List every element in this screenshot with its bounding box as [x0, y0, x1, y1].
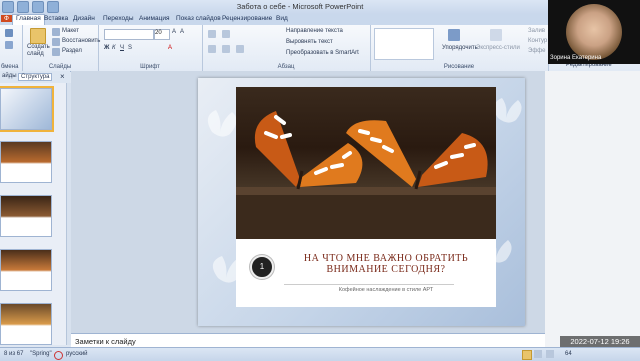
tab-transitions[interactable]: Переходы: [103, 15, 134, 22]
quick-styles-button[interactable]: Экспресс-стили: [476, 45, 520, 51]
arrange-icon[interactable]: [448, 29, 460, 41]
language[interactable]: русский: [66, 351, 88, 357]
tab-review[interactable]: Рецензирование: [222, 15, 272, 22]
shrink-font-button[interactable]: A: [180, 29, 184, 35]
group-drawing: Упорядочить Экспресс-стили Залив Контур …: [370, 25, 549, 71]
reading-view-icon[interactable]: [546, 350, 554, 358]
shapes-gallery[interactable]: [374, 28, 434, 60]
strike-button[interactable]: S: [128, 45, 132, 51]
shape-outline-button[interactable]: Контур: [528, 38, 547, 44]
italic-button[interactable]: К: [112, 45, 116, 51]
reset-button[interactable]: Восстановить: [62, 38, 100, 44]
reset-icon: [52, 38, 60, 46]
slide-title-box[interactable]: 1 НА ЧТО МНЕ ВАЖНО ОБРАТИТЬ ВНИМАНИЕ СЕГ…: [236, 239, 496, 307]
layout-icon: [52, 28, 60, 36]
font-size-box[interactable]: 20: [154, 29, 170, 40]
align-right-icon[interactable]: [236, 45, 244, 53]
group-font: 20 A A Ж К Ч S A Шрифт: [98, 25, 203, 71]
sorter-view-icon[interactable]: [534, 350, 542, 358]
bold-button[interactable]: Ж: [104, 45, 109, 51]
status-bar: 8 из 67 "Spring" русский 64: [0, 347, 640, 361]
slide-thumbnail[interactable]: [0, 86, 54, 132]
slide-thumbnail[interactable]: [0, 249, 52, 291]
grow-font-button[interactable]: A: [172, 29, 176, 35]
shape-effects-button[interactable]: Эффе: [528, 48, 546, 54]
slides-panel: [0, 83, 66, 345]
group-font-label: Шрифт: [140, 64, 160, 70]
slide-counter: 8 из 67: [4, 351, 24, 357]
tab-home[interactable]: Главная: [12, 14, 45, 25]
group-clipboard-label: бмена: [1, 64, 19, 70]
underline-button[interactable]: Ч: [120, 45, 124, 51]
tab-insert[interactable]: Вставка: [44, 15, 68, 22]
font-name-box[interactable]: [104, 29, 154, 40]
title-bar: Забота о себе - Microsoft PowerPoint: [0, 0, 640, 14]
tab-view[interactable]: Вид: [276, 15, 288, 22]
new-slide-icon[interactable]: [30, 28, 46, 44]
slide-thumbnail[interactable]: [0, 141, 52, 183]
group-clipboard: бмена: [0, 25, 23, 71]
tab-slides[interactable]: айды: [2, 73, 17, 79]
layout-button[interactable]: Макет: [62, 28, 79, 34]
slide-divider: [284, 284, 454, 285]
section-button[interactable]: Раздел: [62, 48, 82, 54]
notes-placeholder: Заметки к слайду: [75, 337, 136, 346]
section-icon: [52, 48, 60, 56]
window-title: Забота о себе - Microsoft PowerPoint: [236, 2, 364, 11]
notes-pane[interactable]: Заметки к слайду: [71, 333, 545, 348]
group-paragraph-label: Абзац: [277, 64, 295, 70]
slide-number-badge: 1: [250, 255, 274, 279]
slide-thumbnail[interactable]: [0, 195, 52, 237]
tab-file[interactable]: Ф: [1, 15, 12, 22]
ribbon: бмена Создать слайд Макет Восстановить Р…: [0, 25, 640, 72]
align-left-icon[interactable]: [208, 45, 216, 53]
font-color-button[interactable]: A: [168, 45, 172, 51]
tab-outline[interactable]: Структура: [18, 73, 53, 81]
group-drawing-label: Рисование: [443, 64, 475, 70]
tab-slideshow[interactable]: Показ слайдов: [176, 15, 221, 22]
group-slides-label: Слайды: [48, 64, 72, 70]
arrange-button[interactable]: Упорядочить: [442, 45, 478, 51]
align-center-icon[interactable]: [222, 45, 230, 53]
right-butterfly: [346, 120, 488, 190]
shape-fill-button[interactable]: Залив: [528, 28, 545, 34]
theme-name: "Spring": [30, 351, 52, 357]
copy-icon[interactable]: [5, 41, 13, 49]
butterfly-photo[interactable]: [236, 87, 496, 239]
tab-design[interactable]: Дизайн: [73, 15, 95, 22]
scissors-icon[interactable]: [5, 29, 13, 37]
quick-styles-icon[interactable]: [490, 29, 502, 41]
spellcheck-icon[interactable]: [54, 351, 63, 360]
normal-view-icon[interactable]: [522, 350, 532, 360]
slide-heading[interactable]: НА ЧТО МНЕ ВАЖНО ОБРАТИТЬ ВНИМАНИЕ СЕГОД…: [280, 253, 492, 275]
editor-margin: [545, 71, 640, 347]
text-direction-button[interactable]: Направление текста: [286, 28, 343, 34]
close-panel-button[interactable]: ×: [60, 72, 65, 81]
group-paragraph: Направление текста Выровнять текст Преоб…: [202, 25, 371, 71]
convert-smartart-button[interactable]: Преобразовать в SmartArt: [286, 50, 359, 56]
butterflies-image: [236, 111, 496, 239]
group-slides: Создать слайд Макет Восстановить Раздел …: [22, 25, 100, 71]
recording-timestamp: 2022-07-12 19:26: [560, 336, 640, 347]
slide-thumbnail[interactable]: [0, 303, 52, 345]
create-slide-button[interactable]: Создать слайд: [27, 44, 50, 58]
tab-animation[interactable]: Анимация: [139, 15, 170, 22]
slide-subtitle[interactable]: Кофейное наслаждение в стиле АРТ: [280, 287, 492, 293]
align-text-button[interactable]: Выровнять текст: [286, 39, 333, 45]
bullets-icon[interactable]: [208, 30, 216, 38]
video-participant-tile: Зорина Екатерина: [548, 0, 640, 64]
left-butterfly: [254, 111, 363, 190]
participant-avatar: [566, 4, 622, 60]
participant-name: Зорина Екатерина: [550, 55, 602, 61]
numbering-icon[interactable]: [222, 30, 230, 38]
zoom-level[interactable]: 64: [565, 351, 572, 357]
